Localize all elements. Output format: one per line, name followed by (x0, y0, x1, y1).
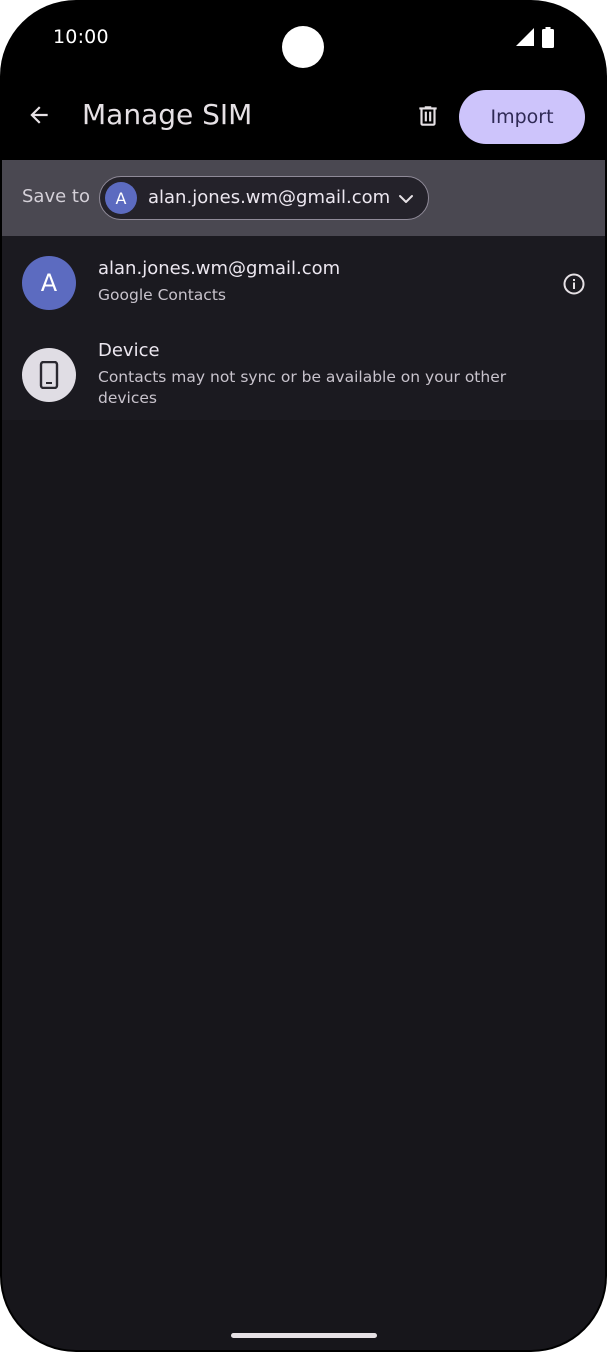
info-button[interactable] (560, 270, 588, 298)
account-avatar: A (105, 182, 137, 214)
device-avatar (22, 348, 76, 402)
camera-cutout (282, 26, 324, 68)
trash-icon (419, 106, 437, 126)
item-title: alan.jones.wm@gmail.com (98, 258, 341, 279)
screen: 10:00 Manage SIM Import Save to A alan.j… (2, 2, 605, 1350)
app-bar: Manage SIM Import (2, 74, 605, 160)
item-title: Device (98, 340, 160, 361)
save-to-bar: Save to A alan.jones.wm@gmail.com (2, 160, 605, 236)
chevron-down-icon (399, 195, 413, 203)
status-bar: 10:00 (2, 2, 605, 74)
account-list: A alan.jones.wm@gmail.com Google Contact… (2, 236, 605, 420)
status-time: 10:00 (53, 26, 109, 48)
signal-icon (516, 28, 534, 46)
info-icon (563, 273, 585, 295)
account-selector[interactable]: A alan.jones.wm@gmail.com (99, 176, 429, 220)
delete-button[interactable] (406, 94, 450, 138)
phone-frame: 10:00 Manage SIM Import Save to A alan.j… (0, 0, 607, 1352)
account-email: alan.jones.wm@gmail.com (148, 187, 391, 208)
list-item-google-account[interactable]: A alan.jones.wm@gmail.com Google Contact… (2, 236, 605, 328)
page-title: Manage SIM (82, 98, 253, 131)
phone-icon (39, 361, 59, 389)
arrow-back-icon (30, 106, 48, 124)
battery-icon (542, 27, 554, 48)
item-subtitle: Contacts may not sync or be available on… (98, 368, 507, 407)
save-to-label: Save to (22, 186, 90, 207)
home-indicator[interactable] (231, 1333, 377, 1338)
import-button[interactable]: Import (459, 90, 585, 144)
avatar: A (22, 256, 76, 310)
item-subtitle: Google Contacts (98, 286, 226, 304)
back-button[interactable] (18, 94, 60, 136)
